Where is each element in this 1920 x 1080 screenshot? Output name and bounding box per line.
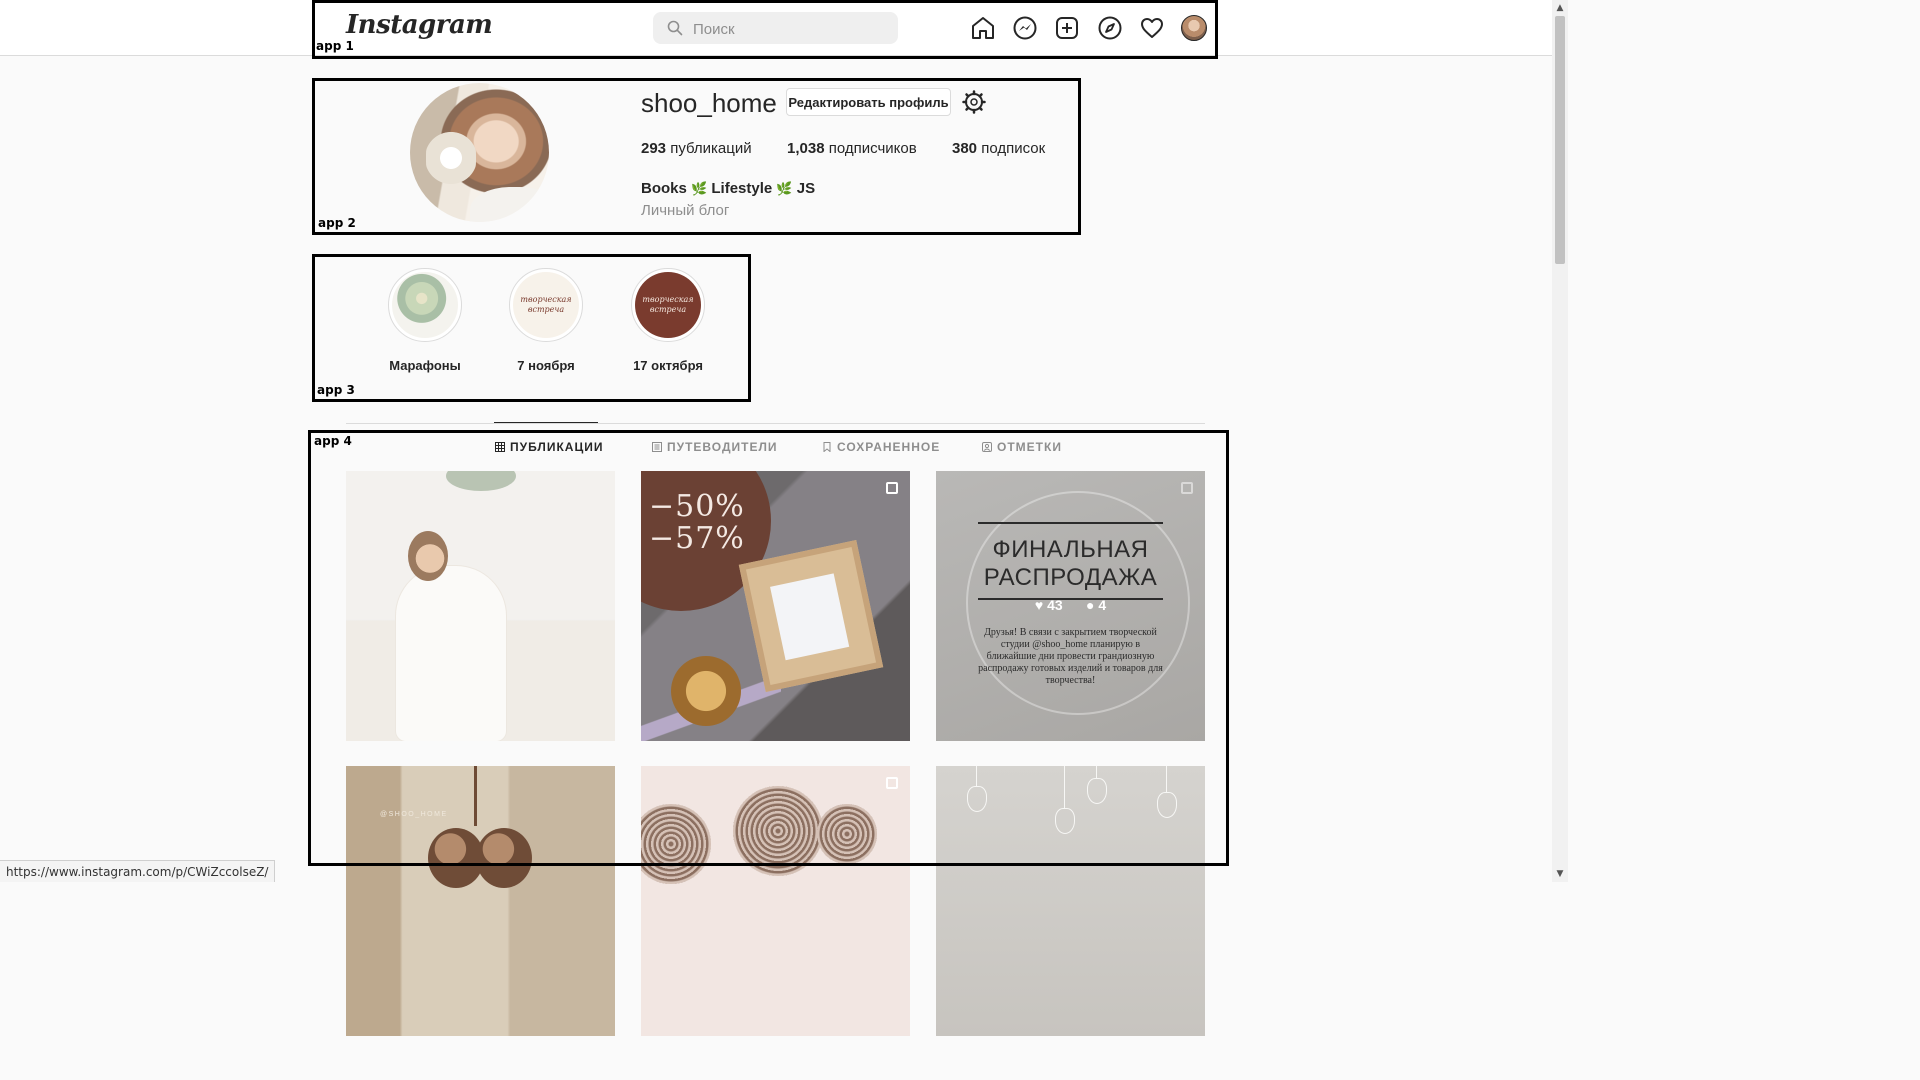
app-annotation-box-3: [312, 254, 751, 402]
tabs-divider: [346, 423, 1205, 424]
status-bar-url: https://www.instagram.com/p/CWiZccolseZ/: [0, 860, 276, 882]
app-annotation-label: app 4: [314, 434, 352, 448]
app-annotation-label: app 1: [316, 39, 354, 53]
app-annotation-label: app 2: [318, 216, 356, 230]
app-annotation-label: app 3: [317, 383, 355, 397]
scrollbar-thumb[interactable]: [1555, 16, 1565, 264]
scroll-up-arrow-icon[interactable]: ▲: [1555, 3, 1565, 13]
active-tab-indicator: [494, 422, 598, 423]
page-scrollbar[interactable]: ▲ ▼: [1552, 0, 1568, 882]
app-annotation-box-4: [308, 430, 1229, 866]
app-annotation-box-2: [312, 78, 1081, 235]
app-annotation-box-1: [312, 0, 1218, 59]
scroll-down-arrow-icon[interactable]: ▼: [1555, 869, 1565, 879]
